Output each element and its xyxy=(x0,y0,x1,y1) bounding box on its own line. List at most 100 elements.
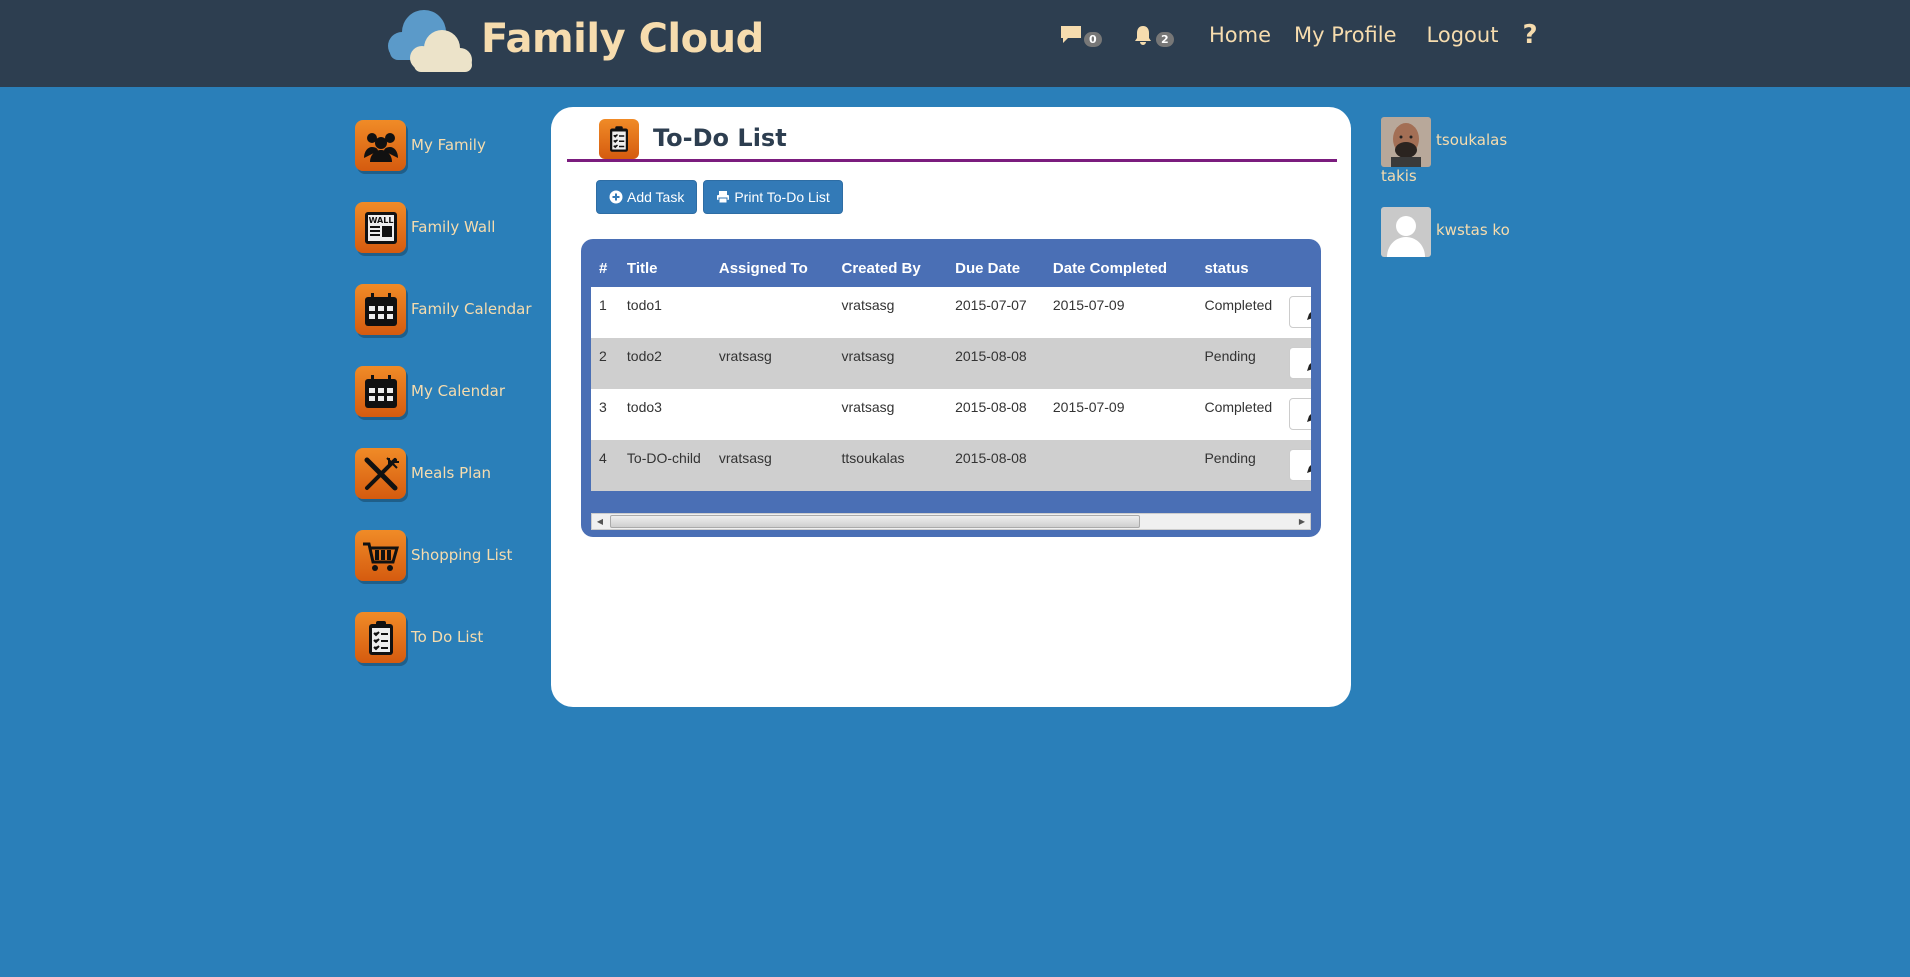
cell-num: 3 xyxy=(591,389,619,440)
sidebar-item-my-calendar[interactable]: My Calendar xyxy=(355,366,535,448)
column-header[interactable]: status xyxy=(1196,249,1281,287)
column-header[interactable]: # xyxy=(591,249,619,287)
table-row: 4 To-DO-child vratsasg ttsoukalas 2015-0… xyxy=(591,440,1311,491)
cell-completed xyxy=(1044,338,1197,389)
cell-created: vratsasg xyxy=(833,338,948,389)
family-members: tsoukalas takis kwstas ko xyxy=(1381,117,1531,279)
clipboard-icon xyxy=(355,612,406,663)
cell-assigned xyxy=(710,389,834,440)
column-header[interactable]: Date Completed xyxy=(1045,249,1197,287)
sidebar-item-label: To Do List xyxy=(411,628,484,646)
notifications-badge: 2 xyxy=(1156,32,1174,47)
cell-title: todo3 xyxy=(618,389,711,440)
pencil-icon xyxy=(1307,414,1311,422)
pencil-icon xyxy=(1307,312,1311,320)
column-header[interactable]: Created By xyxy=(834,249,948,287)
cell-assigned: vratsasg xyxy=(710,440,834,491)
cell-status: Pending xyxy=(1196,338,1282,389)
cell-num: 2 xyxy=(591,338,619,389)
sidebar-item-shopping-list[interactable]: Shopping List xyxy=(355,530,535,612)
sidebar-item-label: Family Wall xyxy=(411,218,496,236)
cell-completed: 2015-07-09 xyxy=(1044,287,1197,338)
sidebar-item-my-family[interactable]: My Family xyxy=(355,120,535,202)
help-button[interactable]: ? xyxy=(1522,20,1537,50)
pencil-icon xyxy=(1307,363,1311,371)
action-buttons: Add Task Print To-Do List xyxy=(596,180,843,214)
messages-button[interactable]: 0 xyxy=(1060,20,1104,50)
cell-actions xyxy=(1281,338,1311,389)
member-item[interactable]: tsoukalas takis xyxy=(1381,117,1531,185)
page-title: To-Do List xyxy=(653,124,787,152)
nav-home-link[interactable]: Home xyxy=(1209,23,1271,47)
cell-title: todo2 xyxy=(618,338,711,389)
edit-button[interactable] xyxy=(1289,296,1311,328)
todo-table-viewport[interactable]: # Title Assigned To Created By Due Date … xyxy=(591,249,1311,511)
column-header-actions xyxy=(1281,249,1311,287)
avatar xyxy=(1381,117,1431,167)
cell-title: To-DO-child xyxy=(618,440,711,491)
plus-circle-icon xyxy=(609,190,623,204)
column-header[interactable]: Assigned To xyxy=(711,249,834,287)
nav-logout-link[interactable]: Logout xyxy=(1427,23,1499,47)
scroll-left-arrow-icon[interactable]: ◀ xyxy=(592,514,608,529)
sidebar-item-label: Meals Plan xyxy=(411,464,492,482)
table-row: 3 todo3 vratsasg 2015-08-08 2015-07-09 C… xyxy=(591,389,1311,440)
cloud-logo-icon xyxy=(380,6,480,72)
cell-created: vratsasg xyxy=(833,287,948,338)
horizontal-scrollbar[interactable]: ◀ ▶ xyxy=(591,513,1311,530)
table-header-row: # Title Assigned To Created By Due Date … xyxy=(591,249,1311,287)
sidebar-item-label: Family Calendar xyxy=(411,300,532,318)
add-task-button[interactable]: Add Task xyxy=(596,180,698,214)
add-task-label: Add Task xyxy=(627,189,685,205)
sidebar-item-label: My Family xyxy=(411,136,486,154)
sidebar-item-meals-plan[interactable]: Meals Plan xyxy=(355,448,535,530)
brand-title: Family Cloud xyxy=(481,16,764,62)
svg-text:WALL: WALL xyxy=(368,216,393,225)
notifications-button[interactable]: 2 xyxy=(1132,20,1176,50)
cell-due: 2015-08-08 xyxy=(947,440,1045,491)
scrollbar-thumb[interactable] xyxy=(610,515,1140,528)
edit-button[interactable] xyxy=(1289,398,1311,430)
cell-created: vratsasg xyxy=(833,389,948,440)
brand[interactable]: Family Cloud xyxy=(380,4,764,74)
top-nav: 0 2 Home My Profile Logout ? xyxy=(1060,20,1538,50)
column-header[interactable]: Title xyxy=(619,249,711,287)
sidebar: My Family WALL Family Wall Family Calend… xyxy=(355,120,535,694)
member-name: kwstas ko xyxy=(1436,221,1510,239)
column-header[interactable]: Due Date xyxy=(947,249,1045,287)
cell-completed xyxy=(1044,440,1197,491)
panel-header: To-Do List xyxy=(567,119,1337,162)
bell-icon xyxy=(1135,26,1151,45)
todo-table: # Title Assigned To Created By Due Date … xyxy=(591,249,1311,491)
calendar-icon xyxy=(355,284,406,335)
chat-icon xyxy=(1061,26,1081,43)
wall-icon: WALL xyxy=(355,202,406,253)
edit-button[interactable] xyxy=(1289,347,1311,379)
sidebar-item-family-calendar[interactable]: Family Calendar xyxy=(355,284,535,366)
fork-knife-icon xyxy=(355,448,406,499)
edit-button[interactable] xyxy=(1289,449,1311,481)
cell-title: todo1 xyxy=(618,287,711,338)
sidebar-item-to-do-list[interactable]: To Do List xyxy=(355,612,535,694)
member-item[interactable]: kwstas ko xyxy=(1381,207,1531,257)
cell-status: Completed xyxy=(1196,389,1282,440)
todo-panel: To-Do List Add Task Print To-Do List # T… xyxy=(551,107,1351,707)
printer-icon xyxy=(717,191,730,204)
pencil-icon xyxy=(1307,465,1311,473)
cell-due: 2015-08-08 xyxy=(947,389,1045,440)
clipboard-icon xyxy=(599,119,639,159)
nav-profile-link[interactable]: My Profile xyxy=(1294,23,1397,47)
avatar xyxy=(1381,207,1431,257)
sidebar-item-label: My Calendar xyxy=(411,382,506,400)
sidebar-item-family-wall[interactable]: WALL Family Wall xyxy=(355,202,535,284)
print-todo-button[interactable]: Print To-Do List xyxy=(703,180,843,214)
table-row: 1 todo1 vratsasg 2015-07-07 2015-07-09 C… xyxy=(591,287,1311,338)
member-name: tsoukalas xyxy=(1436,131,1508,149)
top-navbar: Family Cloud 0 2 Home My Profile Logout … xyxy=(0,0,1910,87)
cell-actions xyxy=(1281,389,1311,440)
table-row: 2 todo2 vratsasg vratsasg 2015-08-08 Pen… xyxy=(591,338,1311,389)
cell-assigned xyxy=(710,287,834,338)
calendar-icon xyxy=(355,366,406,417)
cell-actions xyxy=(1281,440,1311,491)
scroll-right-arrow-icon[interactable]: ▶ xyxy=(1294,514,1310,529)
